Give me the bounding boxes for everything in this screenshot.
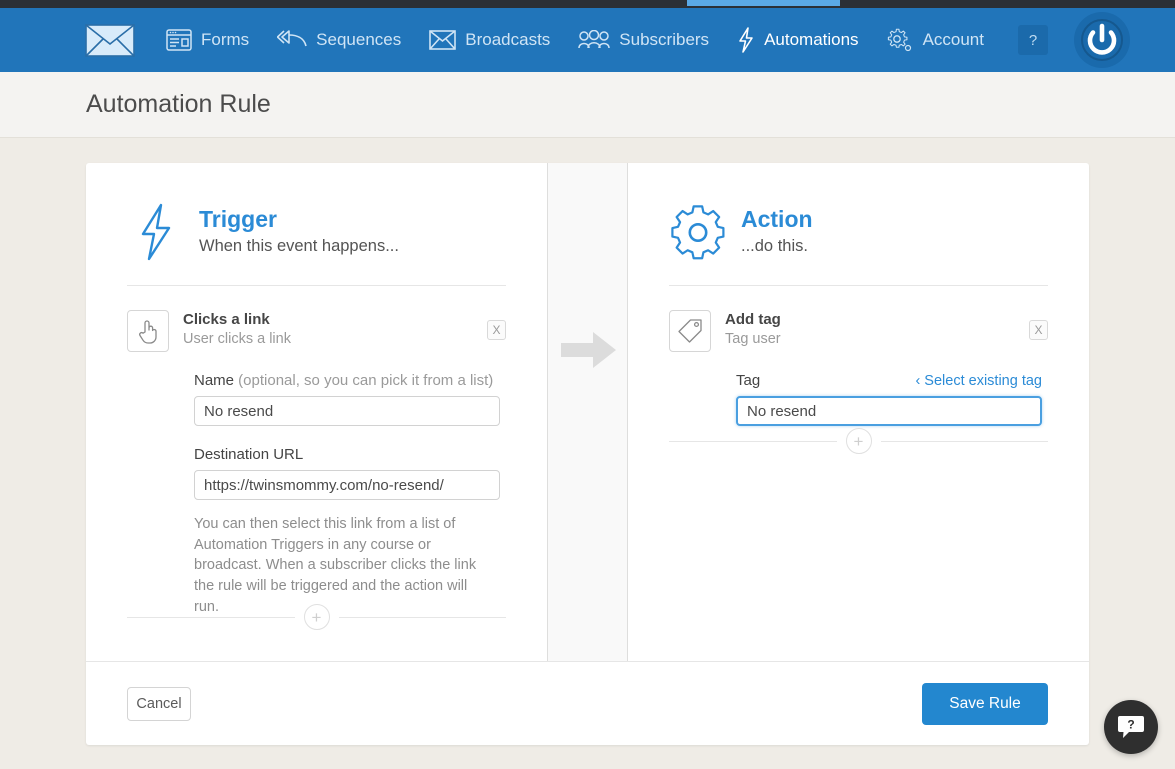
action-panel: Action ...do this. Add tag Tag user X Ta… [628,163,1089,661]
nav-item-broadcasts[interactable]: Broadcasts [429,30,550,50]
broadcasts-envelope-icon [429,30,457,50]
action-title: Action [741,206,813,232]
active-tab-indicator [687,0,840,6]
trigger-name-label-optional: (optional, so you can pick it from a lis… [234,372,494,389]
select-existing-tag-link[interactable]: ‹ Select existing tag [915,373,1042,389]
top-rail [0,0,1175,8]
trigger-help-text: You can then select this link from a lis… [194,516,477,615]
action-tag-label: Tag [736,372,761,389]
nav-item-account[interactable]: Account [887,28,984,52]
trigger-step-row: Clicks a link User clicks a link X [127,310,506,352]
nav-item-subscribers[interactable]: Subscribers [578,30,709,50]
trigger-step-remove-button[interactable]: X [487,320,506,340]
trigger-name-input[interactable] [194,396,500,426]
trigger-panel: Trigger When this event happens... Click… [86,163,547,661]
save-rule-button[interactable]: Save Rule [922,682,1048,725]
trigger-url-label: Destination URL [194,446,304,463]
chat-launcher-button[interactable]: ? [1104,700,1158,754]
divider-line-right [338,616,506,618]
main-navbar: Forms Sequences Broadcasts Subscribers A… [0,8,1175,72]
divider-line-left [669,440,837,442]
pointing-hand-icon [127,310,169,352]
nav-label-automations: Automations [764,30,859,49]
nav-label-forms: Forms [201,30,250,49]
action-step-row: Add tag Tag user X [669,310,1048,352]
page-title: Automation Rule [86,90,271,118]
nav-item-forms[interactable]: Forms [166,29,249,51]
action-tag-input[interactable] [736,396,1042,426]
sequences-icon [277,30,307,50]
trigger-subtitle: When this event happens... [199,237,399,256]
cancel-button[interactable]: Cancel [127,686,191,721]
trigger-title: Trigger [199,206,277,232]
subscribers-people-icon [578,30,611,50]
action-step-remove-button[interactable]: X [1029,320,1048,340]
trigger-step-description: User clicks a link [183,331,291,347]
action-add-step-divider: + [669,428,1048,454]
page-header-bar: Automation Rule [0,72,1175,138]
trigger-url-input[interactable] [194,470,500,500]
trigger-name-label: Name (optional, so you can pick it from … [194,372,506,389]
nav-label-broadcasts: Broadcasts [465,30,551,49]
divider-line-left [127,616,295,618]
card-footer: Cancel Save Rule [86,661,1089,745]
automations-bolt-icon [737,27,755,53]
card-body: Trigger When this event happens... Click… [86,163,1089,661]
action-tag-label-row: Tag ‹ Select existing tag [736,372,1042,389]
arrow-right-icon [548,330,629,370]
nav-label-subscribers: Subscribers [619,30,710,49]
trigger-name-field-block: Name (optional, so you can pick it from … [194,372,506,426]
action-panel-header: Action ...do this. [669,201,1048,286]
action-step-description: Tag user [725,331,781,347]
gear-icon [669,201,727,263]
trigger-panel-header: Trigger When this event happens... [127,201,506,286]
chat-question-icon: ? [1118,716,1144,738]
connector-column [547,163,628,661]
power-avatar-icon[interactable] [1074,12,1130,68]
divider-line-right [880,440,1048,442]
nav-item-sequences[interactable]: Sequences [277,30,401,50]
forms-icon [166,29,192,51]
envelope-logo-icon[interactable] [84,23,136,57]
nav-label-sequences: Sequences [316,30,402,49]
nav-label-account: Account [922,30,984,49]
trigger-add-step-divider: + [127,604,506,630]
trigger-add-step-button[interactable]: + [303,604,330,630]
trigger-step-title: Clicks a link [183,311,270,328]
action-tag-field-block: Tag ‹ Select existing tag [736,372,1048,426]
automation-rule-card: Trigger When this event happens... Click… [86,163,1089,745]
help-button[interactable]: ? [1018,25,1048,55]
account-gear-icon [887,28,914,52]
svg-text:?: ? [1127,718,1134,732]
trigger-name-label-text: Name [194,372,235,389]
action-add-step-button[interactable]: + [845,428,872,454]
trigger-url-field-block: Destination URL [194,446,506,500]
action-subtitle: ...do this. [741,237,808,256]
tag-icon [669,310,711,352]
lightning-bolt-icon [127,201,185,263]
nav-item-automations[interactable]: Automations [737,27,859,53]
action-step-title: Add tag [725,311,781,328]
